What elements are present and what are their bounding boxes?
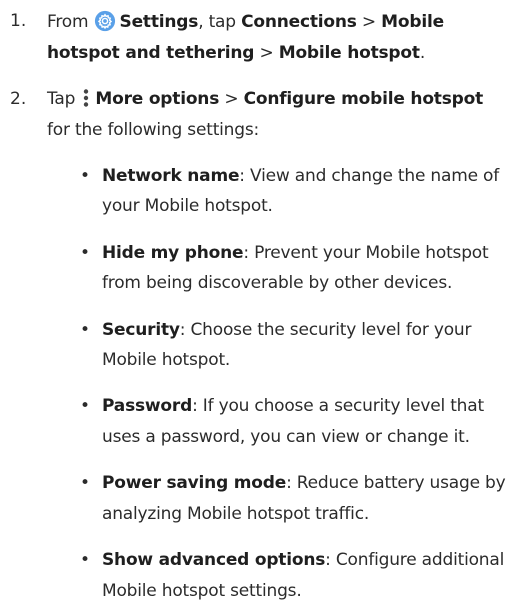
more-options-link: More options <box>95 89 220 109</box>
more-options-icon <box>84 89 89 107</box>
bullet-3: • <box>80 320 91 340</box>
step-2-number: 2. <box>10 89 27 109</box>
step-1-line-2: hotspot and tethering > Mobile hotspot. <box>47 42 425 64</box>
bullet-6: • <box>80 550 91 570</box>
item-term: Hide my phone <box>102 243 244 263</box>
item-desc: : Reduce battery usage by <box>286 473 506 493</box>
item-power-saving-line-2: analyzing Mobile hotspot traffic. <box>102 504 370 524</box>
bullet-4: • <box>80 396 91 416</box>
item-password-line-1: Password: If you choose a security level… <box>102 395 484 417</box>
item-network-name-line-2: your Mobile hotspot. <box>102 196 273 216</box>
item-term: Network name <box>102 166 240 186</box>
mobile-hotspot-link: Mobile hotspot <box>278 43 420 63</box>
step-1-text: , tap <box>198 12 242 32</box>
step-1-separator-2: > <box>254 43 279 63</box>
item-security-line-2: Mobile hotspot. <box>102 350 231 370</box>
settings-link: Settings <box>119 12 199 32</box>
step-1-line-1: From Settings, tap Connections > Mobile <box>47 10 444 33</box>
item-hide-phone-line-1: Hide my phone: Prevent your Mobile hotsp… <box>102 242 489 264</box>
item-term: Security <box>102 320 180 340</box>
item-desc: : View and change the name of <box>239 166 500 186</box>
step-1-separator: > <box>356 12 382 32</box>
item-power-saving-line-1: Power saving mode: Reduce battery usage … <box>102 472 506 494</box>
item-security-line-1: Security: Choose the security level for … <box>102 319 471 341</box>
step-2-line-1: Tap More options > Configure mobile hots… <box>47 88 483 110</box>
item-hide-phone-line-2: from being discoverable by other devices… <box>102 273 453 293</box>
step-2-separator: > <box>219 89 244 109</box>
item-term: Show advanced options <box>102 550 326 570</box>
step-2-prefix: Tap <box>47 89 81 109</box>
step-1-prefix: From <box>47 12 94 32</box>
item-network-name-line-1: Network name: View and change the name o… <box>102 165 499 187</box>
item-desc: : Configure additional <box>325 550 505 570</box>
item-desc: : Prevent your Mobile hotspot <box>243 243 489 263</box>
instructions-document: 1. From Settings, tap Connections > Mobi… <box>0 0 523 602</box>
mobile-link: Mobile <box>381 12 444 32</box>
item-term: Password <box>102 396 193 416</box>
item-advanced-line-2: Mobile hotspot settings. <box>102 581 302 601</box>
configure-hotspot-link: Configure mobile hotspot <box>243 89 484 109</box>
item-desc: : Choose the security level for your <box>179 320 472 340</box>
item-password-line-2: uses a password, you can view or change … <box>102 427 470 447</box>
item-advanced-line-1: Show advanced options: Configure additio… <box>102 549 504 571</box>
gear-icon <box>94 10 115 32</box>
step-1-number: 1. <box>10 11 27 31</box>
connections-link: Connections <box>241 12 357 32</box>
item-desc: : If you choose a security level that <box>192 396 484 416</box>
bullet-1: • <box>80 166 91 186</box>
bullet-5: • <box>80 473 91 493</box>
step-1-period: . <box>419 43 426 63</box>
step-2-line-2: for the following settings: <box>47 120 260 140</box>
hotspot-tethering-link: hotspot and tethering <box>47 43 255 63</box>
item-term: Power saving mode <box>102 473 287 493</box>
bullet-2: • <box>80 243 91 263</box>
